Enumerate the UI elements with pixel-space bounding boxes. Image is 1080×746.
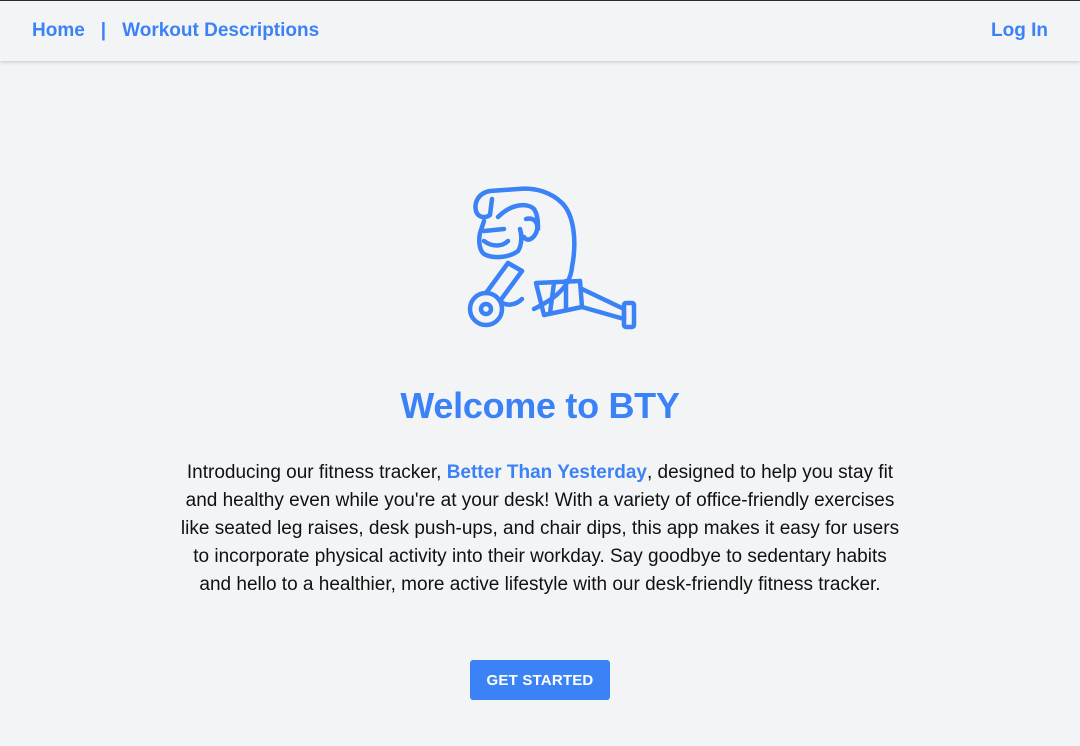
nav-separator: | xyxy=(100,20,107,41)
hero-section: Welcome to BTY Introducing our fitness t… xyxy=(0,61,1080,746)
intro-text-before: Introducing our fitness tracker, xyxy=(186,462,447,483)
nav-auth: Log In xyxy=(991,1,1048,61)
intro-paragraph: Introducing our fitness tracker, Better … xyxy=(180,459,900,599)
nav-workout-descriptions-link[interactable]: Workout Descriptions xyxy=(122,20,319,42)
pushup-person-icon xyxy=(467,186,637,330)
brand-name: Better Than Yesterday xyxy=(446,462,647,483)
nav-home-link[interactable]: Home xyxy=(32,20,85,42)
nav-links: Home | Workout Descriptions xyxy=(32,1,319,61)
top-navbar: Home | Workout Descriptions Log In xyxy=(0,1,1080,61)
page-title: Welcome to BTY xyxy=(400,385,680,426)
login-link[interactable]: Log In xyxy=(991,20,1048,42)
get-started-button[interactable]: GET STARTED xyxy=(470,660,610,700)
